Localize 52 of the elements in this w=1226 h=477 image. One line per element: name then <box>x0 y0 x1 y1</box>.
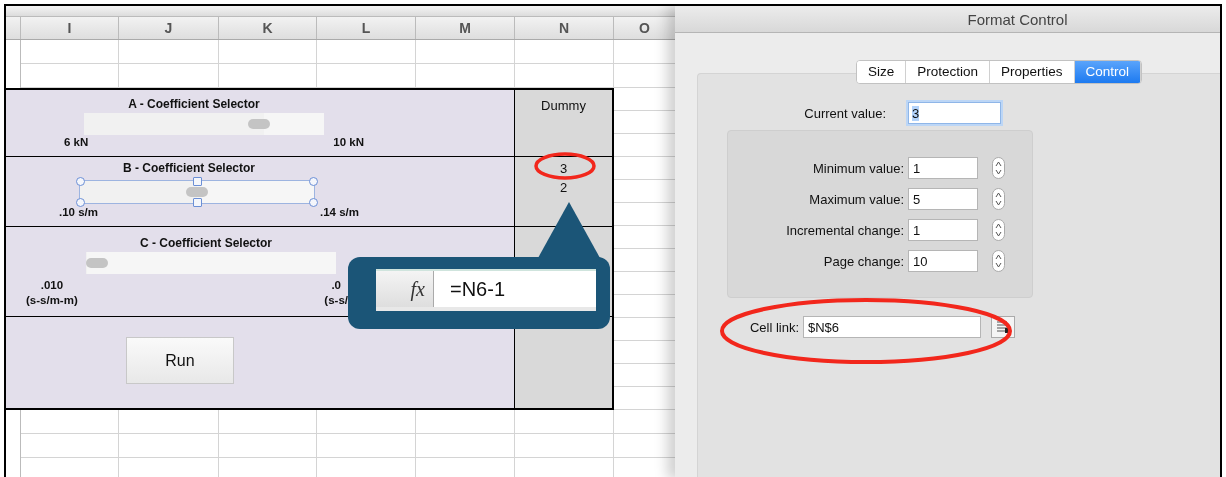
slider[interactable] <box>86 252 336 274</box>
cell-value: 2 <box>559 180 568 195</box>
slider-thumb[interactable] <box>186 187 208 197</box>
range-label: 10 kN <box>333 135 364 150</box>
field-label: Incremental change: <box>785 222 904 238</box>
column-label: Dummy <box>541 98 586 113</box>
function-label: fx <box>410 277 425 301</box>
formula-text: =N6-1 <box>449 277 506 301</box>
field-label: Cell link: <box>748 319 799 335</box>
stepper-icon[interactable] <box>992 188 1005 210</box>
range-label: .14 s/m <box>320 205 359 220</box>
column-header[interactable]: L <box>317 17 416 39</box>
range-label: 6 kN <box>64 135 89 150</box>
input-field[interactable]: 1 <box>908 157 978 179</box>
stepper-icon[interactable] <box>992 157 1005 179</box>
range-label: .010 (s-s/m-m) <box>26 278 78 308</box>
field-label: Minimum value: <box>811 160 904 176</box>
input-field[interactable]: 3 <box>908 102 1001 124</box>
field-label: Current value: <box>803 105 886 121</box>
column-header[interactable]: I <box>21 17 119 39</box>
slider-thumb[interactable] <box>86 258 108 268</box>
slider[interactable] <box>84 113 324 135</box>
selection-handle[interactable] <box>192 177 202 186</box>
range-label: .10 s/m <box>59 205 98 220</box>
selection-handle[interactable] <box>309 177 318 186</box>
cell-value: 3 <box>559 161 568 176</box>
selection-handle[interactable] <box>76 198 85 207</box>
slider[interactable] <box>76 177 318 207</box>
highlight-ellipse <box>533 151 597 181</box>
selector-title: A - Coefficient Selector <box>127 97 261 111</box>
run-button[interactable]: Run <box>126 337 234 384</box>
selection-handle[interactable] <box>309 198 318 207</box>
field-label: Maximum value: <box>808 191 904 207</box>
input-field[interactable]: 1 <box>908 219 978 241</box>
window-title: Format Control <box>967 10 1068 28</box>
input-field[interactable]: 5 <box>908 188 978 210</box>
column-header[interactable]: N <box>515 17 614 39</box>
selector-title: C - Coefficient Selector <box>139 236 273 250</box>
column-header[interactable]: M <box>416 17 515 39</box>
stepper-icon[interactable] <box>992 250 1005 272</box>
selection-handle[interactable] <box>76 177 85 186</box>
slider-thumb[interactable] <box>247 119 270 129</box>
input-field[interactable]: 10 <box>908 250 978 272</box>
range-label: .0 (s-s/ <box>324 278 348 308</box>
tab[interactable]: Size <box>857 61 907 83</box>
selection-handle[interactable] <box>192 198 202 207</box>
field-label: Page change: <box>822 253 904 269</box>
column-header[interactable]: K <box>219 17 317 39</box>
selector-title: B - Coefficient Selector <box>122 161 256 175</box>
stepper-icon[interactable] <box>992 219 1005 241</box>
column-header[interactable]: J <box>119 17 219 39</box>
input-field[interactable]: $N$6 <box>803 316 981 338</box>
